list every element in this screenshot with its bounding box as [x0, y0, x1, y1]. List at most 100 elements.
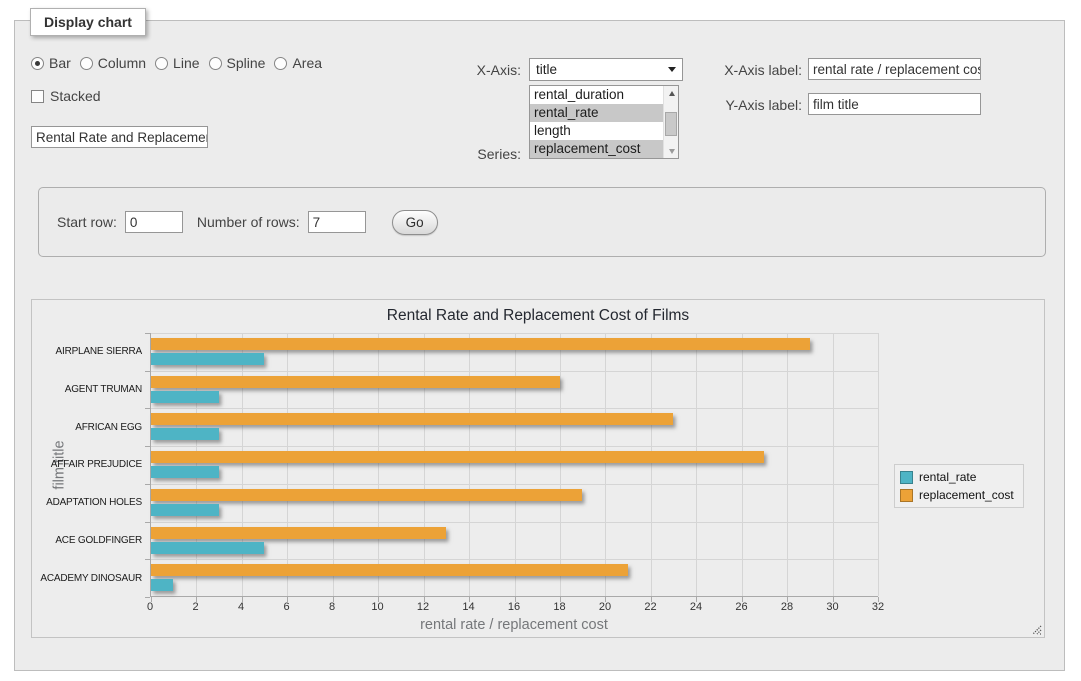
chart-legend: rental_rate replacement_cost	[894, 464, 1024, 508]
category-label: AGENT TRUMAN	[32, 371, 142, 409]
y-tick-mark	[145, 559, 150, 560]
chart-type-label: Bar	[49, 55, 71, 71]
radio-icon	[80, 57, 93, 70]
x-tick-label: 24	[690, 601, 702, 613]
chart-type-area[interactable]: Area	[274, 55, 322, 71]
y-tick-mark	[145, 597, 150, 598]
bar-replacement-cost	[151, 413, 673, 425]
category-label: AFRICAN EGG	[32, 408, 142, 446]
bar-replacement-cost	[151, 376, 560, 388]
x-tick-label: 4	[238, 601, 244, 613]
bar-row	[151, 333, 878, 371]
resize-handle-icon[interactable]	[1030, 623, 1042, 635]
bar-rental-rate	[151, 391, 219, 403]
num-rows-label: Number of rows:	[197, 214, 300, 230]
x-tick-label: 8	[329, 601, 335, 613]
bar-row	[151, 446, 878, 484]
category-label: AIRPLANE SIERRA	[32, 333, 142, 371]
bar-rental-rate	[151, 542, 264, 554]
x-tick-label: 30	[826, 601, 838, 613]
y-tick-mark	[145, 408, 150, 409]
x-axis-text-label: X-Axis label:	[655, 62, 802, 78]
bar-row	[151, 371, 878, 409]
bar-rental-rate	[151, 466, 219, 478]
x-tick-label: 26	[735, 601, 747, 613]
legend-label: rental_rate	[919, 470, 976, 484]
x-tick-label: 18	[553, 601, 565, 613]
chart-type-line[interactable]: Line	[155, 55, 199, 71]
stacked-checkbox[interactable]	[31, 90, 44, 103]
scrollbar-down-arrow[interactable]	[664, 144, 679, 158]
chart-type-column[interactable]: Column	[80, 55, 146, 71]
x-tick-label: 2	[192, 601, 198, 613]
category-label: ACE GOLDFINGER	[32, 522, 142, 560]
chart-type-label: Column	[98, 55, 146, 71]
legend-marker	[900, 489, 913, 502]
series-option-rental_duration[interactable]: rental_duration	[530, 86, 663, 104]
chart-type-spline[interactable]: Spline	[209, 55, 266, 71]
rows-panel: Start row: 0 Number of rows: 7 Go	[38, 187, 1046, 257]
x-tick-label: 22	[644, 601, 656, 613]
x-tick-label: 20	[599, 601, 611, 613]
start-row-input[interactable]: 0	[125, 211, 183, 233]
series-option-length[interactable]: length	[530, 122, 663, 140]
bar-replacement-cost	[151, 527, 446, 539]
bar-replacement-cost	[151, 338, 810, 350]
series-option-replacement_cost[interactable]: replacement_cost	[530, 140, 663, 158]
legend-label: replacement_cost	[919, 488, 1014, 502]
y-tick-mark	[145, 371, 150, 372]
x-axis-title: rental rate / replacement cost	[150, 617, 878, 633]
bar-rental-rate	[151, 579, 173, 591]
series-options: rental_durationrental_ratelengthreplacem…	[530, 86, 663, 158]
radio-icon	[155, 57, 168, 70]
y-tick-mark	[145, 333, 150, 334]
chart-type-radios: Bar Column Line Spline Area	[31, 55, 322, 71]
chart-type-bar[interactable]: Bar	[31, 55, 71, 71]
bar-row	[151, 559, 878, 597]
bar-row	[151, 522, 878, 560]
fieldset-legend: Display chart	[30, 8, 146, 36]
bar-replacement-cost	[151, 564, 628, 576]
chart-title-input[interactable]: Rental Rate and Replacement Cost of Film…	[31, 126, 208, 148]
y-axis-text-label: Y-Axis label:	[655, 97, 802, 113]
bar-row	[151, 484, 878, 522]
x-axis-selected-value: title	[536, 62, 557, 77]
x-axis-select-label: X-Axis:	[455, 62, 521, 78]
x-axis-label-input[interactable]: rental rate / replacement cost	[808, 58, 981, 80]
y-tick-mark	[145, 522, 150, 523]
bar-row	[151, 408, 878, 446]
radio-icon	[209, 57, 222, 70]
y-tick-mark	[145, 484, 150, 485]
bar-replacement-cost	[151, 451, 764, 463]
x-tick-label: 32	[872, 601, 884, 613]
stacked-label: Stacked	[50, 88, 101, 104]
series-option-rental_rate[interactable]: rental_rate	[530, 104, 663, 122]
x-tick-label: 0	[147, 601, 153, 613]
chart-title: Rental Rate and Replacement Cost of Film…	[32, 307, 1044, 325]
x-tick-labels: 02468101214161820222426283032	[150, 601, 878, 614]
y-tick-mark	[145, 446, 150, 447]
legend-item-replacement_cost[interactable]: replacement_cost	[900, 488, 1014, 502]
triangle-up-icon	[669, 91, 675, 96]
category-label: AFFAIR PREJUDICE	[32, 446, 142, 484]
go-button[interactable]: Go	[392, 210, 438, 235]
bar-rental-rate	[151, 353, 264, 365]
bar-rental-rate	[151, 504, 219, 516]
stacked-checkbox-row[interactable]: Stacked	[31, 88, 101, 104]
legend-item-rental_rate[interactable]: rental_rate	[900, 470, 1014, 484]
display-chart-fieldset: Display chart BarColumnLineSplineArea St…	[14, 20, 1065, 671]
x-tick-label: 28	[781, 601, 793, 613]
scrollbar-thumb[interactable]	[665, 112, 677, 136]
x-tick-label: 12	[417, 601, 429, 613]
plot-area	[150, 333, 878, 597]
x-tick-label: 6	[283, 601, 289, 613]
gridline-vertical	[878, 333, 879, 596]
num-rows-input[interactable]: 7	[308, 211, 366, 233]
chart-type-label: Area	[292, 55, 322, 71]
x-tick-label: 10	[371, 601, 383, 613]
category-label: ADAPTATION HOLES	[32, 484, 142, 522]
triangle-down-icon	[669, 149, 675, 154]
category-labels: AIRPLANE SIERRAAGENT TRUMANAFRICAN EGGAF…	[32, 333, 142, 597]
chart-type-label: Line	[173, 55, 199, 71]
y-axis-label-input[interactable]: film title	[808, 93, 981, 115]
